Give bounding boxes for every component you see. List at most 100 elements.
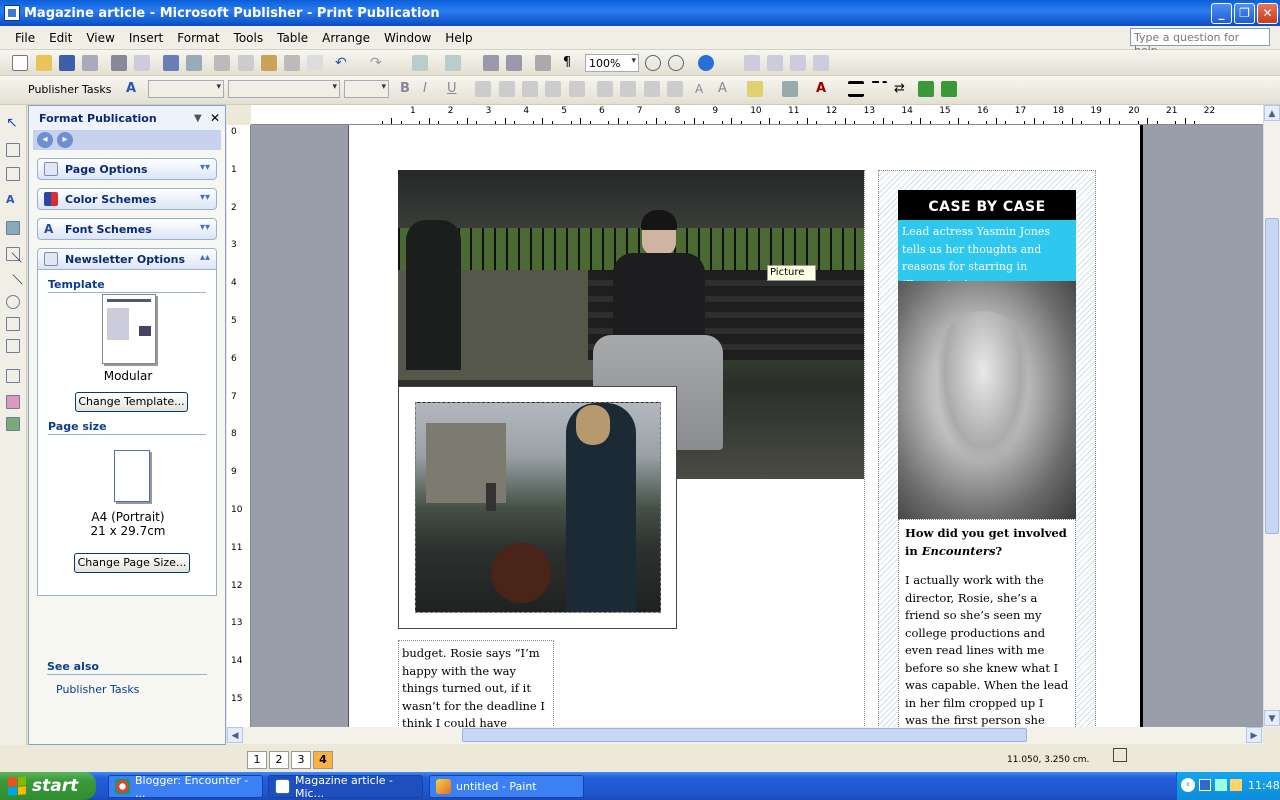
- task-paint[interactable]: untitled - Paint: [429, 775, 584, 798]
- actress-photo[interactable]: [898, 281, 1076, 519]
- close-icon[interactable]: ✕: [210, 111, 220, 125]
- page-tab-3[interactable]: 3: [291, 751, 311, 769]
- research-icon[interactable]: [186, 55, 202, 71]
- bluetooth-icon[interactable]: [1199, 779, 1211, 791]
- increase-indent-icon[interactable]: [667, 81, 683, 97]
- second-picture-frame[interactable]: [398, 386, 677, 629]
- decrease-font-icon[interactable]: A: [695, 81, 711, 97]
- arrow-style-icon[interactable]: ⇄: [894, 81, 910, 97]
- line-style-icon[interactable]: [848, 81, 864, 97]
- publisher-tasks-button[interactable]: Publisher Tasks: [28, 83, 111, 96]
- close-button[interactable]: ✕: [1257, 3, 1278, 24]
- scroll-down-icon[interactable]: ▼: [1264, 710, 1280, 726]
- newsletter-options-section[interactable]: Newsletter Options ▴▴: [37, 248, 217, 270]
- new-icon[interactable]: [12, 55, 28, 71]
- preview-icon[interactable]: [134, 55, 150, 71]
- scroll-right-icon[interactable]: ▶: [1246, 727, 1262, 743]
- wireless-icon[interactable]: [1230, 779, 1242, 791]
- justify-icon[interactable]: [545, 81, 561, 97]
- menu-table[interactable]: Table: [270, 29, 315, 47]
- bullets-icon[interactable]: [620, 81, 636, 97]
- restore-button[interactable]: ❐: [1234, 3, 1255, 24]
- rotate-icon[interactable]: [445, 55, 461, 71]
- wordart-icon[interactable]: A: [6, 193, 20, 207]
- styles-icon[interactable]: A: [126, 81, 142, 97]
- body-text-box[interactable]: budget. Rosie says “I’m happy with the w…: [398, 640, 554, 727]
- format-painter-icon[interactable]: [284, 55, 300, 71]
- zoom-to-fit-icon[interactable]: [483, 55, 499, 71]
- select-tool-icon[interactable]: ↖: [6, 115, 20, 131]
- print-preview-icon[interactable]: [111, 55, 127, 71]
- page-tab-4-active[interactable]: 4: [313, 751, 333, 769]
- design-gallery-icon[interactable]: [6, 395, 20, 409]
- font-color-icon[interactable]: A: [816, 81, 832, 97]
- dropdown-icon[interactable]: ▼: [194, 113, 202, 124]
- menu-arrange[interactable]: Arrange: [315, 29, 377, 47]
- italic-icon[interactable]: I: [423, 81, 439, 97]
- vertical-scroll-thumb[interactable]: [1265, 218, 1279, 534]
- cut-icon[interactable]: [214, 55, 230, 71]
- undo-icon[interactable]: ↶: [335, 55, 351, 71]
- crop-icon[interactable]: [790, 55, 806, 71]
- shadow-style-icon[interactable]: [918, 81, 934, 97]
- menu-tools[interactable]: Tools: [227, 29, 271, 47]
- color-schemes-section[interactable]: Color Schemes ▾▾: [37, 188, 217, 210]
- arrange-icon[interactable]: [412, 55, 428, 71]
- page-options-section[interactable]: Page Options ▾▾: [37, 158, 217, 180]
- forward-icon[interactable]: ▸: [57, 132, 73, 148]
- page-tab-2[interactable]: 2: [269, 751, 289, 769]
- page-size-thumbnail[interactable]: [114, 450, 150, 502]
- font-schemes-section[interactable]: A Font Schemes ▾▾: [37, 218, 217, 240]
- columns-icon[interactable]: [535, 55, 551, 71]
- chevron-down-icon[interactable]: ▾▾: [200, 162, 210, 173]
- publisher-tasks-link[interactable]: Publisher Tasks: [56, 683, 139, 696]
- dash-style-icon[interactable]: [871, 81, 887, 97]
- vertical-ruler[interactable]: 0 1 2 3 4 5 6 7 8 9 10 11 12 13 14 15: [227, 125, 251, 727]
- back-icon[interactable]: ◂: [37, 132, 53, 148]
- numbering-icon[interactable]: [597, 81, 613, 97]
- menu-format[interactable]: Format: [170, 29, 226, 47]
- insert-object-icon[interactable]: [6, 417, 20, 431]
- change-template-button[interactable]: Change Template...: [75, 392, 188, 412]
- minimize-button[interactable]: _: [1211, 3, 1232, 24]
- open-icon[interactable]: [36, 55, 52, 71]
- help-question-input[interactable]: Type a question for help: [1130, 28, 1270, 57]
- align-right-icon[interactable]: [522, 81, 538, 97]
- sidebar-title[interactable]: CASE BY CASE: [898, 190, 1076, 220]
- network-icon[interactable]: [1215, 779, 1227, 791]
- menu-file[interactable]: File: [8, 29, 42, 47]
- scroll-up-icon[interactable]: ▲: [1264, 105, 1280, 121]
- fill-color-icon[interactable]: [747, 81, 763, 97]
- chevron-down-icon[interactable]: ▾▾: [200, 192, 210, 203]
- zoom-select[interactable]: 100%: [585, 54, 639, 72]
- line-color-icon[interactable]: [782, 81, 798, 97]
- picture-tools-icon[interactable]: [813, 55, 829, 71]
- menu-view[interactable]: View: [79, 29, 121, 47]
- 3d-style-icon[interactable]: [941, 81, 957, 97]
- menu-help[interactable]: Help: [438, 29, 479, 47]
- help-icon[interactable]: [698, 55, 714, 71]
- template-thumbnail[interactable]: [102, 294, 156, 364]
- underline-icon[interactable]: U: [447, 81, 463, 97]
- line-spacing-icon[interactable]: [569, 81, 585, 97]
- publisher-app-icon[interactable]: [4, 5, 20, 21]
- font-size-select[interactable]: [344, 80, 389, 98]
- save-icon[interactable]: [59, 55, 75, 71]
- unlink-icon[interactable]: [767, 55, 783, 71]
- task-publisher[interactable]: Magazine article - Mic...: [268, 774, 423, 800]
- spelling-icon[interactable]: [163, 55, 179, 71]
- menu-window[interactable]: Window: [377, 29, 438, 47]
- chevron-down-icon[interactable]: ▾▾: [200, 222, 210, 233]
- zoom-in-icon[interactable]: [668, 55, 684, 71]
- chevron-up-icon[interactable]: ▴▴: [200, 252, 210, 263]
- scroll-left-icon[interactable]: ◀: [227, 727, 243, 743]
- horizontal-scrollbar[interactable]: ◀ ▶: [227, 727, 1263, 744]
- page-tab-1[interactable]: 1: [247, 751, 267, 769]
- interview-text-box[interactable]: How did you get involved in Encounters? …: [898, 519, 1076, 727]
- paste-icon[interactable]: [261, 55, 277, 71]
- horizontal-ruler[interactable]: 1 2 3 4 5 6 7 8 9 10 11 12 13 14 15 16 17 18 19 20 21 22: [251, 105, 1263, 125]
- oval-icon[interactable]: [6, 295, 20, 309]
- vertical-scrollbar[interactable]: ▲ ▼: [1263, 105, 1280, 727]
- pilcrow-icon[interactable]: ¶: [559, 55, 575, 71]
- second-picture[interactable]: [415, 402, 661, 613]
